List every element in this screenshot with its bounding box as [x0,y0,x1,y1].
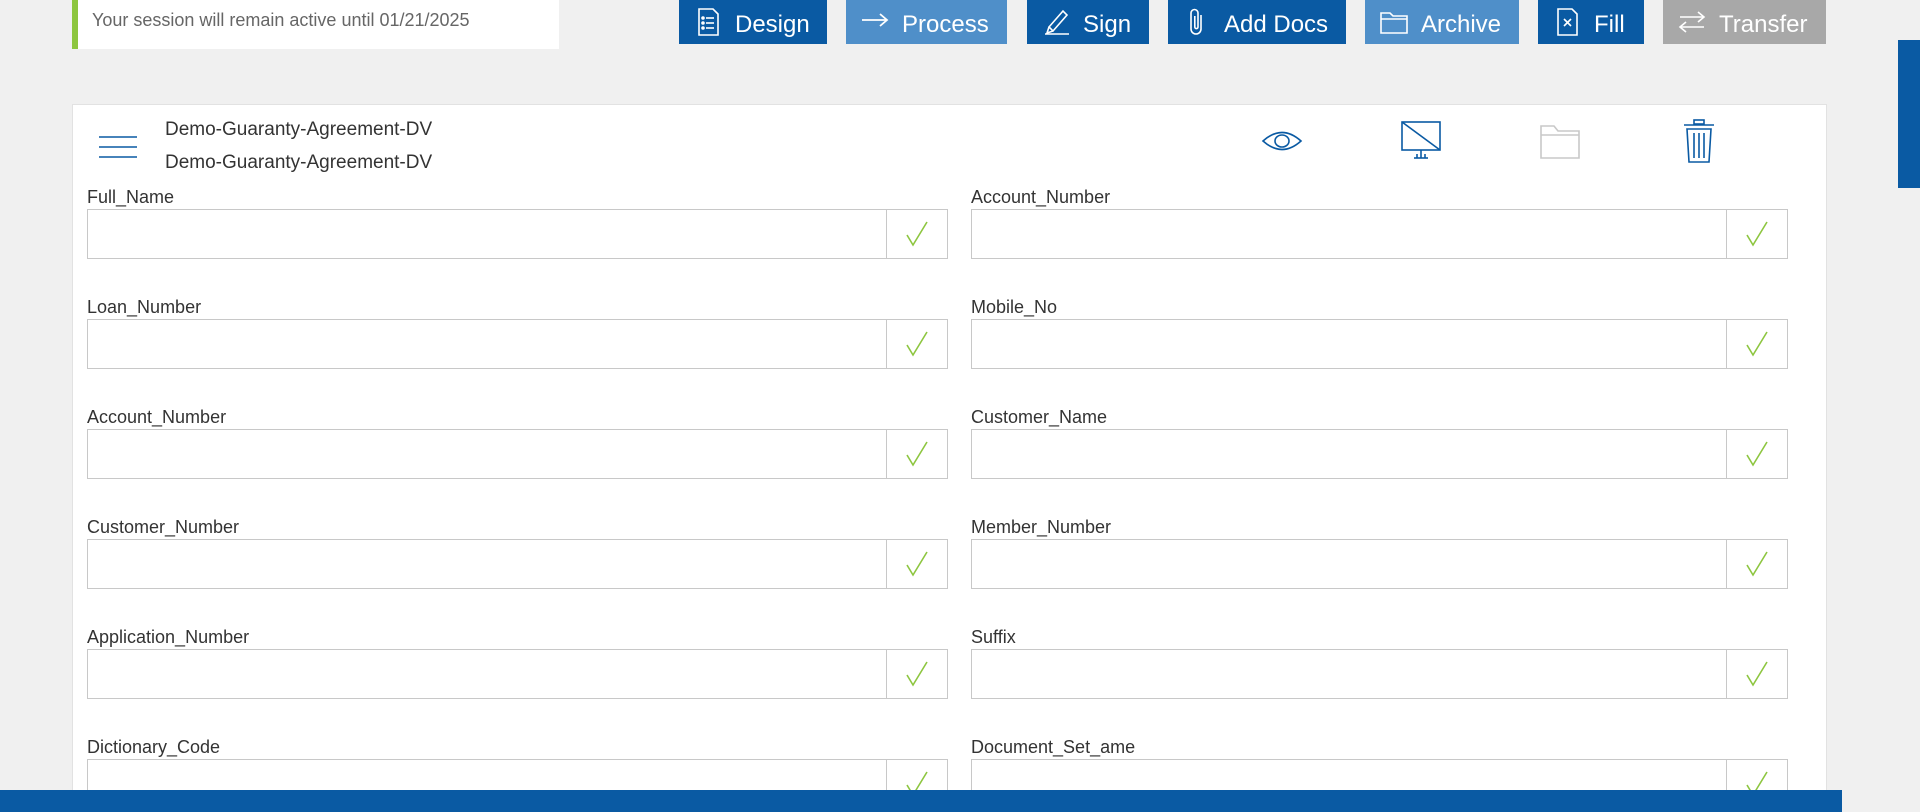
checkmark-icon [1726,210,1787,258]
fill-document-icon [1557,8,1578,36]
right-field-label-member-number: Member_Number [971,517,1112,537]
transfer-arrows-icon [1678,11,1706,33]
left-field-label-full-name: Full_Name [87,187,175,207]
folder-icon[interactable] [1537,118,1583,164]
left-field-label-application-number: Application_Number [87,627,250,647]
fill-button[interactable]: Fill [1538,0,1644,44]
mobile-no-input[interactable] [972,320,1726,368]
customer-number-input[interactable] [88,540,886,588]
paperclip-icon [1190,8,1202,35]
transfer-button[interactable]: Transfer [1663,0,1826,44]
right-field-label-mobile-no: Mobile_No [971,297,1058,317]
archive-button[interactable]: Archive [1365,0,1519,44]
process-label: Process [902,11,989,38]
left-field-label-loan-number: Loan_Number [87,297,202,317]
right-field-label-account-number: Account_Number [971,187,1111,207]
left-field-loan-number [87,319,948,369]
customer-name-input[interactable] [972,430,1726,478]
fill-label: Fill [1594,11,1625,38]
right-field-account-number [971,209,1788,259]
checklist-icon [698,8,719,36]
account-number-input[interactable] [88,430,886,478]
left-field-application-number [87,649,948,699]
checkmark-icon [1726,540,1787,588]
archive-label: Archive [1421,11,1502,38]
left-field-full-name [87,209,948,259]
arrow-right-icon [862,13,889,27]
left-field-account-number [87,429,948,479]
monitor-off-icon[interactable] [1398,118,1444,164]
transfer-label: Transfer [1719,11,1808,38]
toolbar: Design Process Sign Add Docs Archive Fil… [0,0,1920,44]
right-field-mobile-no [971,319,1788,369]
right-field-customer-name [971,429,1788,479]
pen-icon [1045,9,1069,35]
checkmark-icon [886,650,947,698]
left-field-customer-number [87,539,948,589]
scrollbar-thumb[interactable] [1898,40,1920,188]
suffix-input[interactable] [972,650,1726,698]
design-label: Design [735,11,810,38]
sign-button[interactable]: Sign [1027,0,1149,44]
eye-icon[interactable] [1259,118,1305,164]
checkmark-icon [1726,320,1787,368]
right-field-label-suffix: Suffix [971,627,1016,647]
sign-label: Sign [1083,11,1132,38]
loan-number-input[interactable] [88,320,886,368]
right-field-member-number [971,539,1788,589]
add-docs-button[interactable]: Add Docs [1168,0,1346,44]
right-field-label-document-set-ame: Document_Set_ame [971,737,1136,757]
left-field-label-account-number: Account_Number [87,407,227,427]
add-docs-label: Add Docs [1224,11,1329,38]
checkmark-icon [1726,650,1787,698]
process-button[interactable]: Process [846,0,1007,44]
checkmark-icon [886,540,947,588]
document-title: Demo-Guaranty-Agreement-DV [165,119,433,140]
document-panel: Demo-Guaranty-Agreement-DV Demo-Guaranty… [72,104,1827,812]
application-number-input[interactable] [88,650,886,698]
checkmark-icon [886,320,947,368]
design-button[interactable]: Design [679,0,827,44]
left-field-label-customer-number: Customer_Number [87,517,240,537]
document-subtitle: Demo-Guaranty-Agreement-DV [165,152,433,173]
hamburger-menu-icon[interactable] [98,132,138,162]
right-field-suffix [971,649,1788,699]
folder-icon [1380,12,1408,34]
checkmark-icon [1726,430,1787,478]
right-field-label-customer-name: Customer_Name [971,407,1108,427]
trash-icon[interactable] [1676,118,1722,164]
full-name-input[interactable] [88,210,886,258]
checkmark-icon [886,210,947,258]
checkmark-icon [886,430,947,478]
account-number-input[interactable] [972,210,1726,258]
left-field-label-dictionary-code: Dictionary_Code [87,737,221,757]
bottom-bar [0,790,1842,812]
member-number-input[interactable] [972,540,1726,588]
